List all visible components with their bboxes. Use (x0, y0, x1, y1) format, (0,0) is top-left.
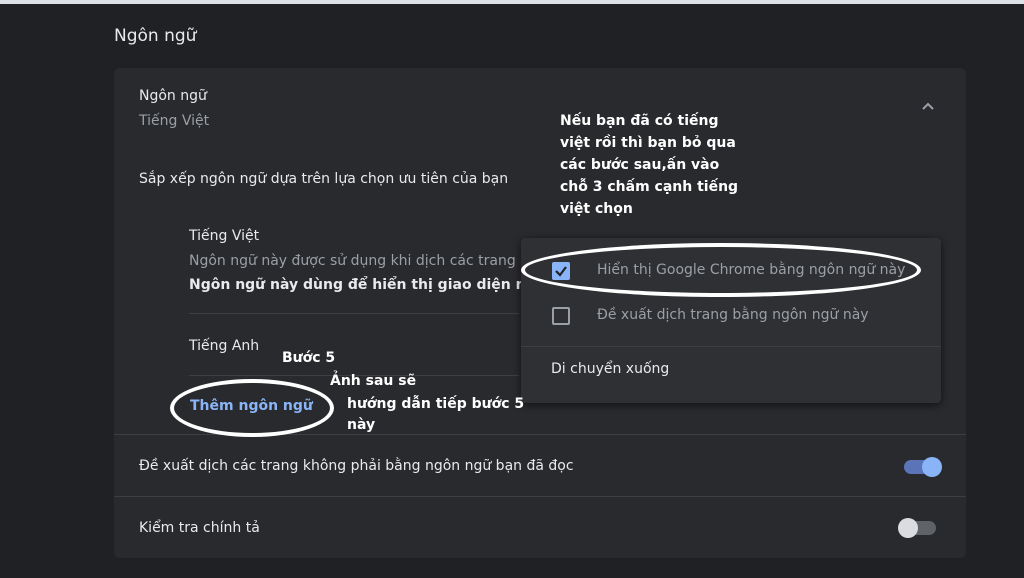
instruction-line: việt rồi thì bạn bỏ qua (560, 135, 736, 151)
offer-translate-toggle[interactable] (904, 457, 942, 477)
menu-item-move-down[interactable]: Di chuyển xuống (521, 348, 941, 392)
language-header-label[interactable]: Ngôn ngữ (139, 88, 207, 104)
checkbox-unchecked-icon[interactable] (552, 307, 570, 325)
language-note: Ngôn ngữ này được sử dụng khi dịch các t… (189, 253, 516, 269)
language-header-value: Tiếng Việt (139, 113, 210, 129)
highlight-ellipse (521, 243, 921, 297)
language-name-vietnamese: Tiếng Việt (189, 228, 260, 244)
instruction-line: việt chọn (560, 201, 633, 217)
menu-item-label: Di chuyển xuống (551, 361, 670, 377)
section-title: Ngôn ngữ (114, 26, 197, 46)
next-step-note-line1: Ảnh sau sẽ (330, 373, 417, 389)
instruction-line: các bước sau,ấn vào (560, 157, 720, 173)
instruction-note: Nếu bạn đã có tiếng việt rồi thì bạn bỏ … (560, 110, 738, 220)
menu-item-offer-translate[interactable]: Đề xuất dịch trang bằng ngôn ngữ này (521, 294, 941, 338)
divider (114, 496, 966, 497)
spell-check-label: Kiểm tra chính tả (139, 520, 260, 536)
step-label: Bước 5 (282, 350, 336, 366)
offer-translate-label: Đề xuất dịch các trang không phải bằng n… (139, 458, 574, 474)
next-step-note-line2: hướng dẫn tiếp bước 5 (347, 396, 525, 412)
spell-check-toggle[interactable] (898, 518, 936, 538)
divider (189, 313, 519, 314)
instruction-line: Nếu bạn đã có tiếng (560, 113, 719, 129)
sort-description: Sắp xếp ngôn ngữ dựa trên lựa chọn ưu ti… (139, 171, 509, 187)
toggle-knob (898, 518, 918, 538)
chevron-up-icon[interactable] (919, 98, 937, 116)
highlight-ellipse (170, 379, 334, 437)
menu-divider (521, 346, 941, 347)
next-step-note-line3: này (347, 417, 376, 433)
language-name-english: Tiếng Anh (189, 338, 260, 354)
browser-top-strip (0, 0, 1024, 4)
menu-item-label: Đề xuất dịch trang bằng ngôn ngữ này (597, 307, 869, 323)
instruction-line: chỗ 3 chấm cạnh tiếng (560, 179, 739, 195)
toggle-knob (922, 457, 942, 477)
